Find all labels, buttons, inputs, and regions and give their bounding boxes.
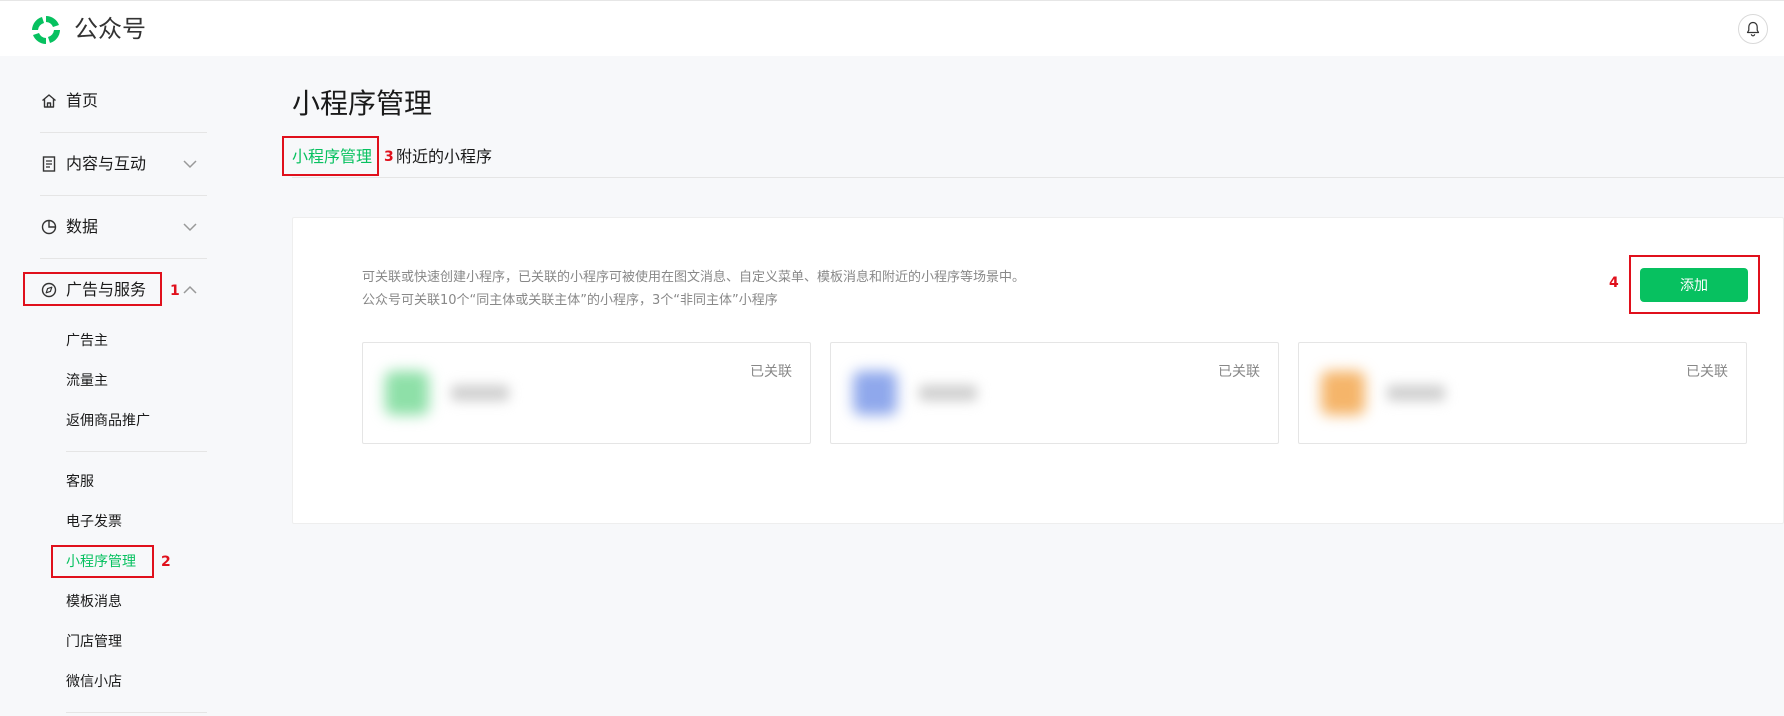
miniprogram-avatar bbox=[1321, 371, 1365, 415]
miniprogram-name-blurred bbox=[451, 385, 509, 401]
tabs-divider bbox=[292, 177, 1784, 178]
sidebar-item-label: 内容与互动 bbox=[66, 154, 147, 173]
status-label: 已关联 bbox=[1686, 364, 1728, 380]
sidebar-divider bbox=[40, 132, 207, 133]
miniprogram-name-blurred bbox=[1387, 385, 1445, 401]
status-label: 已关联 bbox=[1218, 364, 1260, 380]
description-line-2: 公众号可关联10个“同主体或关联主体”的小程序，3个“非同主体”小程序 bbox=[362, 293, 778, 308]
sidebar-subitem-wechat-store[interactable]: 微信小店 bbox=[66, 672, 122, 692]
annotation-number-3: 3 bbox=[384, 149, 394, 165]
sidebar-divider bbox=[40, 195, 207, 196]
miniprogram-card[interactable]: 已关联 bbox=[1298, 342, 1747, 444]
notification-button[interactable] bbox=[1738, 14, 1768, 44]
pie-chart-icon bbox=[41, 219, 57, 235]
home-icon bbox=[42, 94, 56, 108]
annotation-number-4: 4 bbox=[1609, 275, 1619, 291]
miniprogram-card[interactable]: 已关联 bbox=[830, 342, 1279, 444]
annotation-box-2 bbox=[51, 545, 154, 578]
sidebar-divider bbox=[66, 451, 207, 452]
annotation-number-2: 2 bbox=[161, 554, 171, 570]
sidebar-subitem-commission[interactable]: 返佣商品推广 bbox=[66, 411, 150, 431]
brand-name: 公众号 bbox=[74, 15, 146, 43]
annotation-number-1: 1 bbox=[170, 283, 180, 299]
sidebar-subitem-advertiser[interactable]: 广告主 bbox=[66, 331, 108, 351]
sidebar-subitem-store-management[interactable]: 门店管理 bbox=[66, 632, 122, 652]
chevron-down-icon[interactable] bbox=[183, 222, 197, 232]
status-label: 已关联 bbox=[750, 364, 792, 380]
sidebar-subitem-customer-service[interactable]: 客服 bbox=[66, 472, 94, 492]
wechat-official-account-logo[interactable] bbox=[28, 13, 64, 47]
miniprogram-card[interactable]: 已关联 bbox=[362, 342, 811, 444]
miniprogram-name-blurred bbox=[919, 385, 977, 401]
bell-icon bbox=[1746, 21, 1760, 37]
miniprogram-avatar bbox=[853, 371, 897, 415]
page-title: 小程序管理 bbox=[292, 87, 433, 120]
miniprogram-avatar bbox=[385, 371, 429, 415]
chevron-down-icon[interactable] bbox=[183, 159, 197, 169]
annotation-box-3 bbox=[282, 136, 379, 176]
description-line-1: 可关联或快速创建小程序，已关联的小程序可被使用在图文消息、自定义菜单、模板消息和… bbox=[362, 270, 1026, 285]
top-bar: 公众号 bbox=[0, 0, 1784, 56]
tab-nearby-miniprograms[interactable]: 附近的小程序 bbox=[396, 146, 492, 168]
chevron-up-icon[interactable] bbox=[183, 285, 197, 295]
sidebar-divider bbox=[40, 258, 207, 259]
document-icon bbox=[42, 156, 56, 172]
sidebar-subitem-e-invoice[interactable]: 电子发票 bbox=[66, 512, 122, 532]
sidebar-item-label: 首页 bbox=[66, 91, 99, 110]
sidebar-item-label: 数据 bbox=[66, 217, 99, 236]
annotation-box-4 bbox=[1629, 255, 1760, 314]
sidebar-divider bbox=[66, 712, 207, 713]
sidebar-subitem-publisher[interactable]: 流量主 bbox=[66, 371, 108, 391]
annotation-box-1 bbox=[23, 272, 162, 306]
sidebar-subitem-template-message[interactable]: 模板消息 bbox=[66, 592, 122, 612]
